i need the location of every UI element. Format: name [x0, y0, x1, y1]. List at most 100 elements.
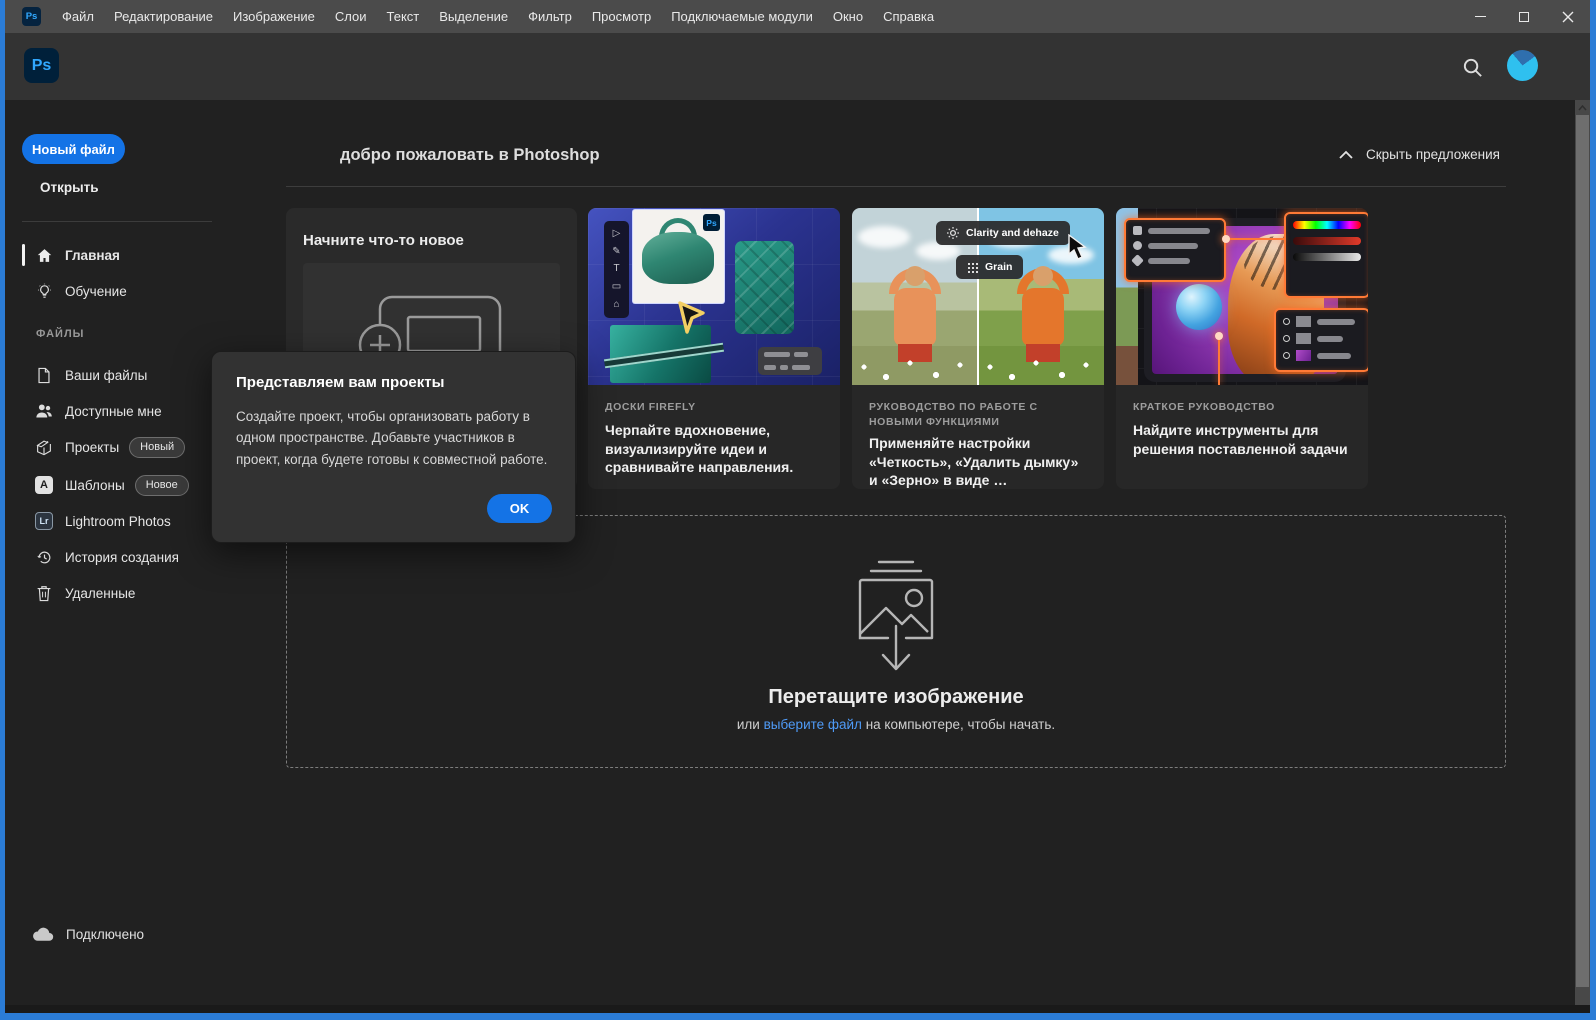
connection-status: Подключено [32, 926, 144, 942]
pointer-cursor-icon [1068, 234, 1090, 260]
projects-intro-popup: Представляем вам проекты Создайте проект… [211, 351, 576, 543]
close-icon [1562, 11, 1574, 23]
sidebar-item-deleted[interactable]: Удаленные [5, 578, 275, 608]
shape-tool-icon: ✎ [612, 247, 620, 257]
minimize-button[interactable] [1458, 0, 1502, 33]
search-icon [1461, 56, 1484, 79]
tools-panel [1124, 218, 1226, 282]
menu-plugins[interactable]: Подключаемые модули [661, 0, 823, 33]
card-title: Найдите инструменты для решения поставле… [1133, 421, 1351, 458]
open-button[interactable]: Открыть [40, 180, 99, 195]
firefly-toolbar: ▷ ✎ T ▭ ⌂ [604, 221, 629, 318]
scrollbar-thumb[interactable] [1576, 115, 1589, 987]
app-header: Ps [5, 33, 1590, 100]
menu-filter[interactable]: Фильтр [518, 0, 582, 33]
menu-help[interactable]: Справка [873, 0, 944, 33]
generate-tool-icon: ⌂ [613, 300, 619, 310]
sidebar-divider [22, 221, 212, 222]
card-title: Черпайте вдохновение, визуализируйте иде… [605, 421, 823, 476]
prompt-bar [758, 347, 822, 375]
avatar[interactable] [1507, 50, 1538, 81]
connector-line [1226, 238, 1284, 240]
menu-layers[interactable]: Слои [325, 0, 377, 33]
close-button[interactable] [1546, 0, 1590, 33]
firefly-card-image: ▷ ✎ T ▭ ⌂ Ps [588, 208, 840, 385]
popup-ok-button[interactable]: OK [487, 494, 552, 523]
color-panel [1284, 212, 1368, 298]
file-icon [35, 366, 53, 384]
popup-title: Представляем вам проекты [236, 374, 444, 391]
menu-select[interactable]: Выделение [429, 0, 518, 33]
sidebar-item-history[interactable]: История создания [5, 542, 275, 572]
vertical-scrollbar[interactable] [1575, 100, 1590, 1005]
card-title: Применяйте настройки «Четкость», «Удалит… [869, 434, 1087, 489]
projects-new-badge: Новый [129, 437, 185, 458]
connector-line [1218, 336, 1220, 385]
menu-window[interactable]: Окно [823, 0, 873, 33]
menu-image[interactable]: Изображение [223, 0, 325, 33]
maximize-button[interactable] [1502, 0, 1546, 33]
maximize-icon [1519, 12, 1529, 22]
home-icon [35, 246, 53, 264]
chevron-up-icon [1339, 150, 1353, 159]
handbag-photo: Ps [633, 210, 724, 303]
text-tool-icon: T [613, 264, 619, 274]
cloud-icon [32, 926, 54, 942]
menu-type[interactable]: Текст [377, 0, 430, 33]
new-features-card[interactable]: Clarity and dehaze Grain РУКОВОДСТВО ПО … [852, 208, 1104, 489]
sidebar-item-learn[interactable]: Обучение [5, 276, 275, 306]
menu-edit[interactable]: Редактирование [104, 0, 223, 33]
projects-icon [35, 438, 53, 456]
card-kicker: ДОСКИ FIREFLY [605, 400, 823, 415]
grain-icon [967, 262, 978, 273]
connector-dot [1215, 332, 1223, 340]
photoshop-window: Ps Файл Редактирование Изображение Слои … [5, 0, 1590, 1013]
image-stack-icon [846, 556, 946, 674]
card-kicker: КРАТКОЕ РУКОВОДСТВО [1133, 400, 1351, 415]
search-button[interactable] [1457, 52, 1487, 82]
active-indicator [22, 244, 25, 266]
lightroom-icon: Lr [35, 512, 53, 530]
grain-chip: Grain [956, 255, 1023, 279]
dropzone-title: Перетащите изображение [768, 686, 1023, 709]
before-after-image: Clarity and dehaze Grain [852, 208, 1104, 385]
lightbulb-icon [35, 282, 53, 300]
layers-panel [1274, 308, 1368, 372]
firefly-cursor-icon [674, 300, 708, 336]
menu-file[interactable]: Файл [52, 0, 104, 33]
templates-icon: A [35, 476, 53, 494]
firefly-boards-card[interactable]: ▷ ✎ T ▭ ⌂ Ps ДОСКИ F [588, 208, 840, 489]
scroll-up-button[interactable] [1575, 100, 1590, 115]
select-tool-icon: ▷ [613, 229, 621, 239]
menu-view[interactable]: Просмотр [582, 0, 661, 33]
connector-dot [1222, 235, 1230, 243]
people-icon [35, 402, 53, 420]
clarity-icon [947, 227, 959, 239]
frame-tool-icon: ▭ [612, 282, 621, 292]
image-dropzone[interactable]: Перетащите изображение или выберите файл… [286, 515, 1506, 768]
card-kicker: РУКОВОДСТВО ПО РАБОТЕ С НОВЫМИ ФУНКЦИЯМИ [869, 400, 1087, 430]
popup-body: Создайте проект, чтобы организовать рабо… [236, 406, 558, 470]
files-section-heading: ФАЙЛЫ [36, 328, 84, 340]
ps-badge: Ps [703, 214, 720, 231]
clarity-chip: Clarity and dehaze [936, 221, 1070, 245]
history-icon [35, 548, 53, 566]
tiger-card-image [1116, 208, 1368, 385]
quick-guide-card[interactable]: КРАТКОЕ РУКОВОДСТВО Найдите инструменты … [1116, 208, 1368, 489]
start-card-title: Начните что-то новое [303, 232, 464, 249]
ps-app-icon: Ps [22, 7, 41, 26]
zipper-line [604, 343, 724, 369]
hide-suggestions[interactable]: Скрыть предложения [1339, 147, 1500, 162]
header-divider [286, 186, 1506, 187]
templates-new-badge: Новое [135, 475, 189, 496]
ps-logo: Ps [24, 48, 59, 83]
title-bar: Ps Файл Редактирование Изображение Слои … [5, 0, 1590, 33]
new-file-button[interactable]: Новый файл [22, 134, 125, 164]
minimize-icon [1475, 16, 1486, 17]
choose-file-link[interactable]: выберите файл [764, 717, 862, 732]
sidebar-item-home[interactable]: Главная [5, 240, 275, 270]
leather-texture-swatch [735, 241, 794, 334]
dropzone-subtitle: или выберите файл на компьютере, чтобы н… [737, 717, 1055, 732]
welcome-title: добро пожаловать в Photoshop [340, 146, 600, 165]
bubble-gum-orb [1176, 284, 1222, 330]
